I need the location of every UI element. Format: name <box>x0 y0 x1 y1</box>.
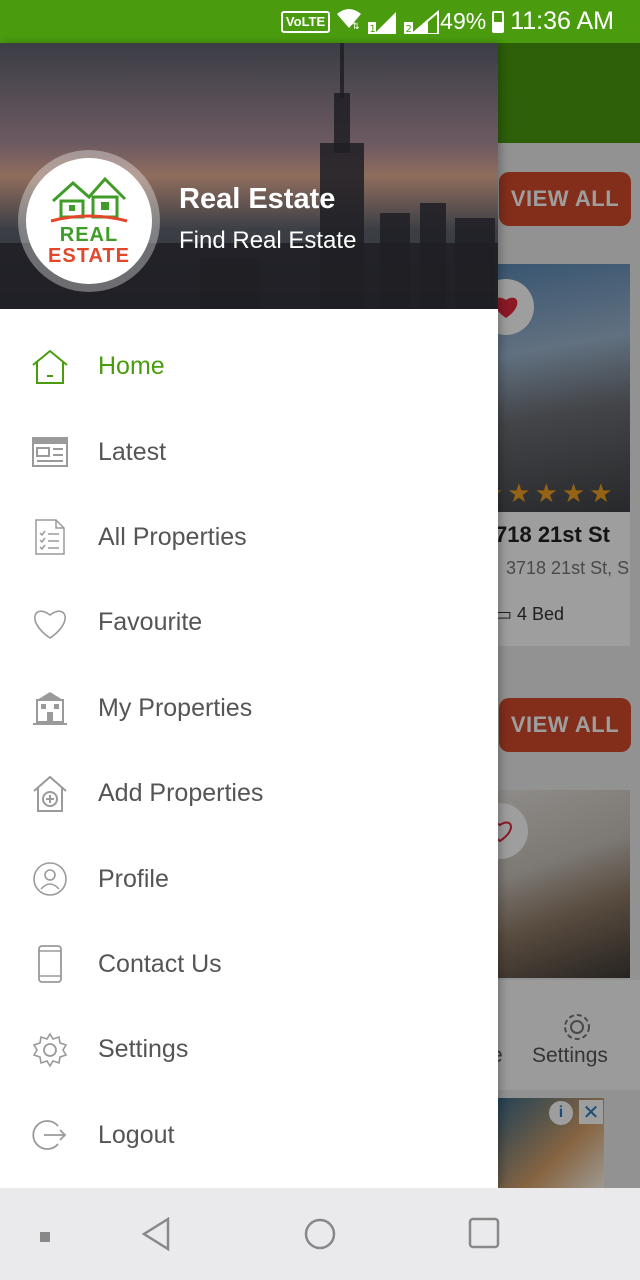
menu-label-add-properties: Add Properties <box>98 779 264 808</box>
heart-icon <box>30 603 70 643</box>
profile-icon <box>30 859 70 899</box>
menu-item-settings[interactable]: Settings <box>0 1007 498 1092</box>
recents-icon[interactable] <box>468 1217 500 1254</box>
home-nav-icon[interactable] <box>303 1217 337 1256</box>
menu-item-latest[interactable]: Latest <box>0 409 498 494</box>
drawer-menu: Home Latest All Properties Favourite My … <box>0 324 498 1178</box>
newspaper-icon <box>30 432 70 472</box>
drawer-subtitle: Find Real Estate <box>179 227 357 254</box>
logout-icon <box>30 1115 70 1155</box>
menu-item-all-properties[interactable]: All Properties <box>0 495 498 580</box>
menu-label-contact-us: Contact Us <box>98 949 222 978</box>
menu-item-home[interactable]: Home <box>0 324 498 409</box>
menu-label-all-properties: All Properties <box>98 522 247 551</box>
menu-dot-icon[interactable] <box>40 1229 50 1247</box>
gear-icon <box>30 1030 70 1070</box>
svg-text:⇅: ⇅ <box>352 22 360 30</box>
drawer-title: Real Estate <box>179 183 336 215</box>
drawer-header: REAL ESTATE Real Estate Find Real Estate <box>0 43 498 309</box>
drawer-scrim[interactable] <box>498 43 640 1188</box>
logo-text-line1: REAL <box>59 224 119 246</box>
wifi-icon: ⇅ <box>336 8 362 36</box>
menu-item-my-properties[interactable]: My Properties <box>0 666 498 751</box>
system-nav-bar <box>0 1188 640 1280</box>
phone-icon <box>30 944 70 984</box>
menu-label-profile: Profile <box>98 864 169 893</box>
clock: 11:36 AM <box>510 7 614 35</box>
menu-item-add-properties[interactable]: Add Properties <box>0 751 498 836</box>
battery-icon <box>492 10 505 33</box>
menu-item-profile[interactable]: Profile <box>0 836 498 921</box>
house-logo-icon <box>50 176 128 223</box>
status-bar: VoLTE ⇅ 1 2 49% 11:36 AM <box>0 0 640 43</box>
menu-label-latest: Latest <box>98 437 167 466</box>
signal-sim1-icon: 1 <box>368 10 398 35</box>
building-icon <box>30 688 70 728</box>
home-icon <box>30 347 70 387</box>
add-house-icon <box>30 774 70 814</box>
battery-percent: 49% <box>440 8 487 34</box>
menu-label-my-properties: My Properties <box>98 693 253 722</box>
svg-text:2: 2 <box>406 24 412 34</box>
app-logo: REAL ESTATE <box>26 158 152 284</box>
back-icon[interactable] <box>141 1216 171 1256</box>
menu-label-logout: Logout <box>98 1120 175 1149</box>
menu-label-favourite: Favourite <box>98 608 203 637</box>
svg-text:1: 1 <box>370 24 376 34</box>
menu-label-settings: Settings <box>98 1035 189 1064</box>
volte-indicator: VoLTE <box>280 10 331 33</box>
logo-text-line2: ESTATE <box>48 245 130 267</box>
menu-label-home: Home <box>98 352 165 381</box>
menu-item-logout[interactable]: Logout <box>0 1093 498 1178</box>
signal-sim2-icon: 2 <box>404 9 440 35</box>
document-list-icon <box>30 517 70 557</box>
menu-item-contact-us[interactable]: Contact Us <box>0 922 498 1007</box>
navigation-drawer: REAL ESTATE Real Estate Find Real Estate… <box>0 43 498 1188</box>
menu-item-favourite[interactable]: Favourite <box>0 580 498 665</box>
